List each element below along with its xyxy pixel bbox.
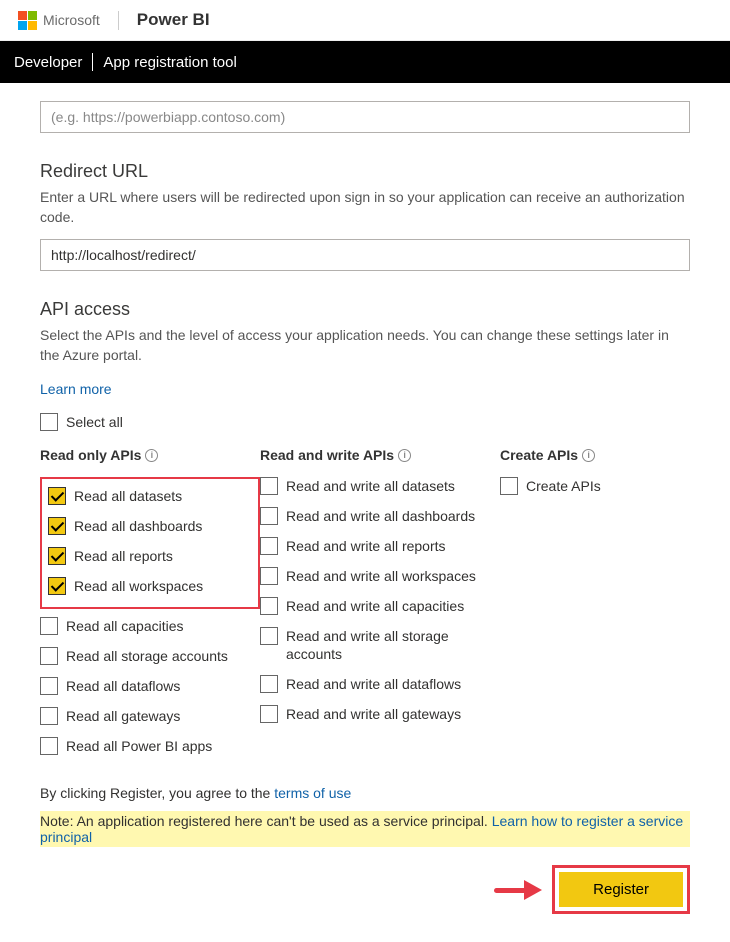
read-write-header: Read and write APIs i xyxy=(260,447,500,463)
checkbox-read-reports[interactable]: Read all reports xyxy=(48,547,252,565)
agree-line: By clicking Register, you agree to the t… xyxy=(40,785,690,801)
checkbox-read-storage[interactable]: Read all storage accounts xyxy=(40,647,260,665)
footer-row: Register xyxy=(40,865,690,914)
api-access-title: API access xyxy=(40,299,690,320)
redirect-section: Redirect URL Enter a URL where users wil… xyxy=(40,161,690,271)
checkbox-rw-reports[interactable]: Read and write all reports xyxy=(260,537,500,555)
redirect-url-title: Redirect URL xyxy=(40,161,690,182)
read-only-title: Read only APIs xyxy=(40,447,141,463)
checkbox-rw-gateways[interactable]: Read and write all gateways xyxy=(260,705,500,723)
checkbox-read-datasets[interactable]: Read all datasets xyxy=(48,487,252,505)
info-icon[interactable]: i xyxy=(582,449,595,462)
checkbox-read-gateways[interactable]: Read all gateways xyxy=(40,707,260,725)
breadcrumb: Developer App registration tool xyxy=(0,41,730,83)
checkbox-read-capacities[interactable]: Read all capacities xyxy=(40,617,260,635)
note-line: Note: An application registered here can… xyxy=(40,811,690,847)
checkbox-rw-workspaces[interactable]: Read and write all workspaces xyxy=(260,567,500,585)
breadcrumb-app-registration[interactable]: App registration tool xyxy=(103,54,236,71)
breadcrumb-developer[interactable]: Developer xyxy=(14,54,82,71)
terms-of-use-link[interactable]: terms of use xyxy=(274,785,351,801)
create-column: Create APIs i Create APIs xyxy=(500,447,690,767)
checkbox-read-dashboards[interactable]: Read all dashboards xyxy=(48,517,252,535)
checkbox-rw-storage[interactable]: Read and write all storage accounts xyxy=(260,627,500,663)
breadcrumb-divider xyxy=(92,53,93,71)
read-only-header: Read only APIs i xyxy=(40,447,260,463)
top-bar: Microsoft Power BI xyxy=(0,0,730,41)
checkbox-rw-dataflows[interactable]: Read and write all dataflows xyxy=(260,675,500,693)
read-write-column: Read and write APIs i Read and write all… xyxy=(260,447,500,767)
create-header: Create APIs i xyxy=(500,447,690,463)
register-button[interactable]: Register xyxy=(559,872,683,907)
checkbox-read-dataflows[interactable]: Read all dataflows xyxy=(40,677,260,695)
agree-prefix: By clicking Register, you agree to the xyxy=(40,785,274,801)
product-name: Power BI xyxy=(119,10,210,30)
register-highlight: Register xyxy=(552,865,690,914)
redirect-url-desc: Enter a URL where users will be redirect… xyxy=(40,188,690,227)
select-all-checkbox-input[interactable] xyxy=(40,413,58,431)
app-url-input[interactable] xyxy=(40,101,690,133)
annotation-arrow-icon xyxy=(494,880,544,900)
read-write-title: Read and write APIs xyxy=(260,447,394,463)
api-columns: Read only APIs i Read all datasets Read … xyxy=(40,447,690,767)
select-all-label: Select all xyxy=(66,413,123,431)
read-only-column: Read only APIs i Read all datasets Read … xyxy=(40,447,260,767)
main-content: Redirect URL Enter a URL where users wil… xyxy=(0,83,730,942)
api-access-desc: Select the APIs and the level of access … xyxy=(40,326,690,365)
checkbox-read-apps[interactable]: Read all Power BI apps xyxy=(40,737,260,755)
checkbox-create-apis[interactable]: Create APIs xyxy=(500,477,690,495)
redirect-url-input[interactable] xyxy=(40,239,690,271)
select-all-checkbox[interactable]: Select all xyxy=(40,413,690,431)
info-icon[interactable]: i xyxy=(145,449,158,462)
note-text: Note: An application registered here can… xyxy=(40,813,492,829)
info-icon[interactable]: i xyxy=(398,449,411,462)
checkbox-rw-dashboards[interactable]: Read and write all dashboards xyxy=(260,507,500,525)
microsoft-logo: Microsoft xyxy=(18,11,119,30)
microsoft-logo-icon xyxy=(18,11,37,30)
learn-more-link[interactable]: Learn more xyxy=(40,381,112,397)
highlighted-read-apis: Read all datasets Read all dashboards Re… xyxy=(40,477,260,609)
api-access-section: API access Select the APIs and the level… xyxy=(40,299,690,767)
create-title: Create APIs xyxy=(500,447,578,463)
checkbox-rw-capacities[interactable]: Read and write all capacities xyxy=(260,597,500,615)
company-name: Microsoft xyxy=(43,12,100,28)
checkbox-read-workspaces[interactable]: Read all workspaces xyxy=(48,577,252,595)
checkbox-rw-datasets[interactable]: Read and write all datasets xyxy=(260,477,500,495)
